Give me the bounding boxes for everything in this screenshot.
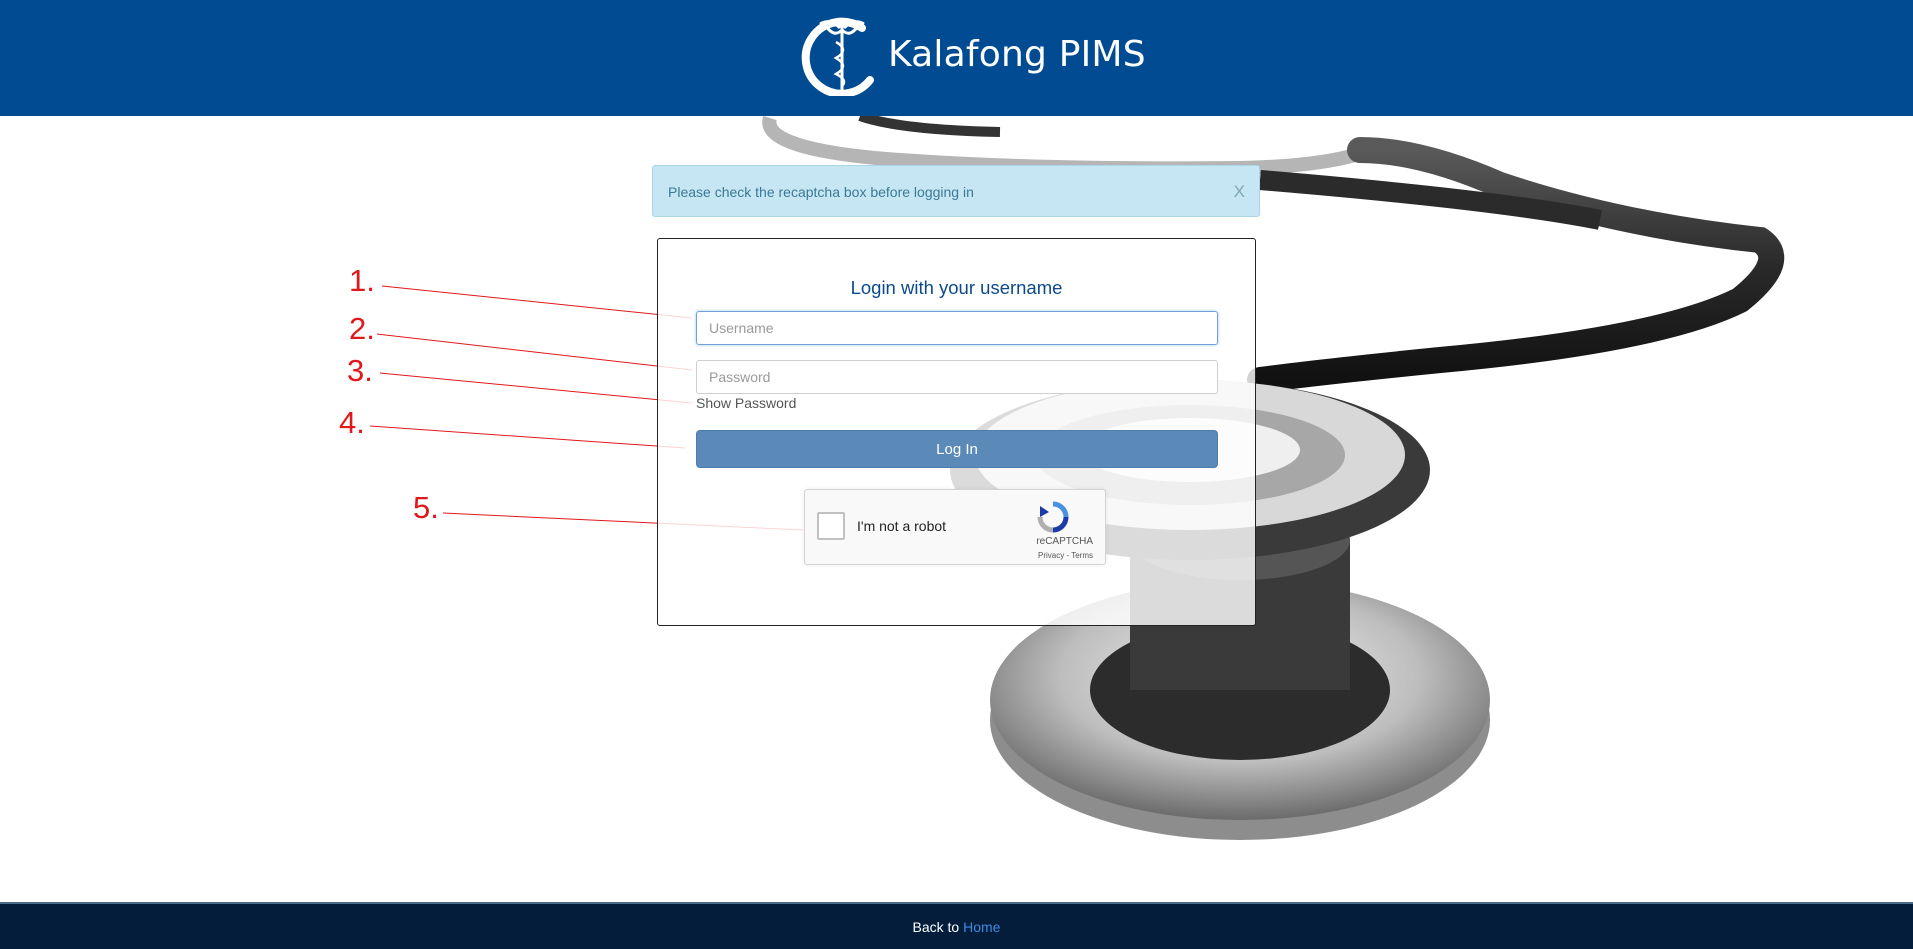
login-title: Login with your username [850,277,1063,298]
annotation-label-1: 1. [349,263,375,298]
recaptcha-logo-icon [1037,501,1069,533]
recaptcha-label: I'm not a robot [857,518,947,534]
recaptcha-brand: reCAPTCHA [1036,536,1093,547]
login-panel: Login with your username Show Password L… [657,238,1256,626]
login-button[interactable]: Log In [696,430,1218,468]
alert-message: Please check the recaptcha box before lo… [668,184,974,200]
home-link[interactable]: Home [963,919,1000,935]
footer-prefix: Back to [912,919,964,935]
alert-close-button[interactable]: X [1234,182,1245,202]
footer-text: Back to Home [0,919,1913,935]
recaptcha-alert: Please check the recaptcha box before lo… [652,165,1260,217]
footer-bar: Back to Home [0,902,1913,949]
annotation-label-2: 2. [349,311,375,346]
recaptcha-widget: I'm not a robot reCAPTCHA Privacy - Term… [804,489,1106,565]
username-input[interactable] [696,311,1218,345]
show-password-toggle[interactable]: Show Password [696,395,796,411]
password-input[interactable] [696,360,1218,394]
annotation-label-3: 3. [347,353,373,388]
annotation-label-5: 5. [413,490,439,525]
annotation-label-4: 4. [339,405,365,440]
recaptcha-checkbox[interactable] [817,512,845,540]
recaptcha-privacy-terms-link[interactable]: Privacy - Terms [1038,551,1093,560]
